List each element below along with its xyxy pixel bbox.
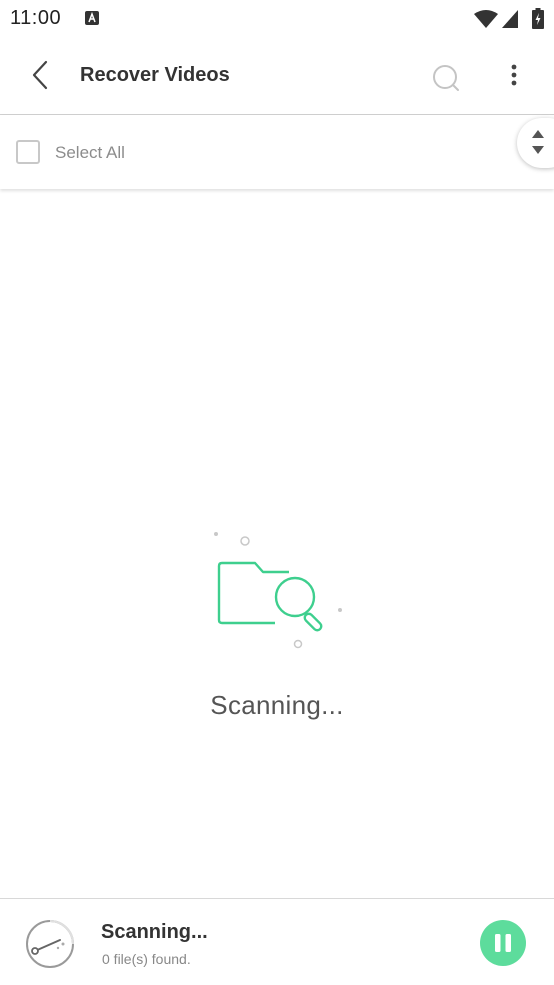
- scanning-status-text: Scanning...: [210, 690, 344, 720]
- screen: 11:00 Recover Videos Select All Scanning…: [0, 0, 554, 985]
- search-icon: [433, 65, 459, 91]
- bottom-status-bar: Scanning... 0 file(s) found.: [0, 899, 554, 985]
- select-all-label[interactable]: Select All: [55, 143, 125, 163]
- back-button[interactable]: [24, 58, 56, 94]
- more-vertical-icon: [511, 64, 517, 86]
- status-bar: 11:00: [0, 0, 554, 38]
- notification-a-icon: [85, 11, 99, 25]
- select-all-checkbox[interactable]: [16, 140, 40, 164]
- folder-search-icon: [214, 532, 342, 649]
- radar-icon: [26, 920, 74, 968]
- pause-scan-button[interactable]: [480, 920, 526, 966]
- page-title: Recover Videos: [80, 64, 230, 86]
- files-found-count: 0 file(s) found.: [102, 951, 191, 967]
- more-options-button[interactable]: [504, 62, 524, 92]
- search-button[interactable]: [430, 62, 462, 94]
- wifi-icon: [474, 10, 498, 28]
- select-all-bar: Select All: [0, 115, 554, 189]
- sort-icon: [532, 130, 544, 154]
- status-time: 11:00: [10, 7, 62, 29]
- pause-icon: [495, 934, 511, 952]
- chevron-left-icon: [32, 60, 48, 90]
- battery-charging-icon: [532, 8, 544, 29]
- bottom-status-title: Scanning...: [101, 921, 208, 943]
- app-bar: Recover Videos: [0, 38, 554, 114]
- signal-icon: [502, 10, 518, 28]
